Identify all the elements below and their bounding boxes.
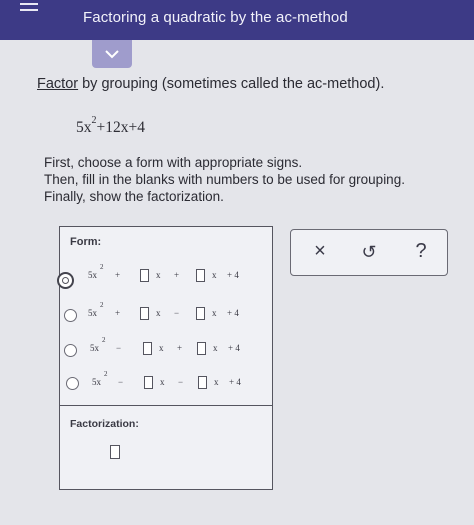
option-2-radio[interactable] [64,309,77,322]
option-sign-1: + [115,270,121,280]
option-x: x [214,377,219,387]
problem-statement: Factor by grouping (sometimes called the… [37,76,384,92]
option-x: x [156,308,161,318]
option-term: 5x [90,343,99,353]
option-sign-2: + [174,270,180,280]
instruction-line: Then, fill in the blanks with numbers to… [44,172,405,187]
option-exponent: 2 [104,370,108,378]
form-divider [60,405,272,406]
instruction-line: Finally, show the factorization. [44,189,224,204]
collapse-toggle[interactable] [92,40,132,68]
option-constant: + 4 [227,270,239,280]
undo-icon[interactable]: ↺ [357,242,381,263]
tool-panel: × ↺ ? [290,229,448,276]
option-x: x [212,308,217,318]
option-term: 5x [92,377,101,387]
option-term: 5x [88,308,97,318]
option-constant: + 4 [228,343,240,353]
option-blank-1[interactable] [144,376,153,389]
option-sign-1: − [118,377,124,387]
form-label: Form: [70,236,102,248]
option-x: x [159,343,164,353]
option-exponent: 2 [100,301,104,309]
option-exponent: 2 [102,336,106,344]
top-bar: Factoring a quadratic by the ac-method [0,0,474,40]
factorization-input[interactable] [110,445,120,459]
option-sign-2: − [174,308,180,318]
option-1-radio[interactable] [57,272,74,289]
option-sign-1: − [116,343,122,353]
option-blank-2[interactable] [196,269,205,282]
quadratic-expression: 5x2+12x+4 [76,115,145,137]
option-x: x [213,343,218,353]
option-blank-2[interactable] [198,376,207,389]
form-option-2[interactable]: 5x 2 + x − x + 4 [60,301,272,328]
option-exponent: 2 [100,263,104,271]
clear-button[interactable]: × [308,240,332,263]
form-option-4[interactable]: 5x 2 − x − x + 4 [60,370,272,397]
answer-form: Form: 5x 2 + x + x + 4 5x 2 + x − x + 4 … [59,226,273,490]
option-term: 5x [88,270,97,280]
chevron-down-icon [105,50,119,59]
option-blank-2[interactable] [197,342,206,355]
option-x: x [160,377,165,387]
option-3-radio[interactable] [64,344,77,357]
page-title: Factoring a quadratic by the ac-method [83,9,348,26]
expr-leading-term: 5x [76,119,92,137]
problem-text: by grouping (sometimes called the ac-met… [78,76,385,92]
option-x: x [212,270,217,280]
expr-exponent: 2 [91,115,97,126]
option-sign-1: + [115,308,121,318]
option-blank-2[interactable] [196,307,205,320]
option-sign-2: − [178,377,184,387]
factor-link[interactable]: Factor [37,76,78,92]
factorization-label: Factorization: [70,418,139,430]
instructions: First, choose a form with appropriate si… [44,154,405,205]
option-blank-1[interactable] [140,307,149,320]
help-button[interactable]: ? [409,240,433,263]
form-option-1[interactable]: 5x 2 + x + x + 4 [60,263,272,290]
expr-remaining-terms: +12x+4 [96,119,145,137]
menu-icon[interactable] [20,3,38,17]
form-option-3[interactable]: 5x 2 − x + x + 4 [60,336,272,363]
option-blank-1[interactable] [143,342,152,355]
instruction-line: First, choose a form with appropriate si… [44,155,303,170]
option-constant: + 4 [227,308,239,318]
option-x: x [156,270,161,280]
option-sign-2: + [177,343,183,353]
option-constant: + 4 [229,377,241,387]
option-blank-1[interactable] [140,269,149,282]
option-4-radio[interactable] [66,377,79,390]
